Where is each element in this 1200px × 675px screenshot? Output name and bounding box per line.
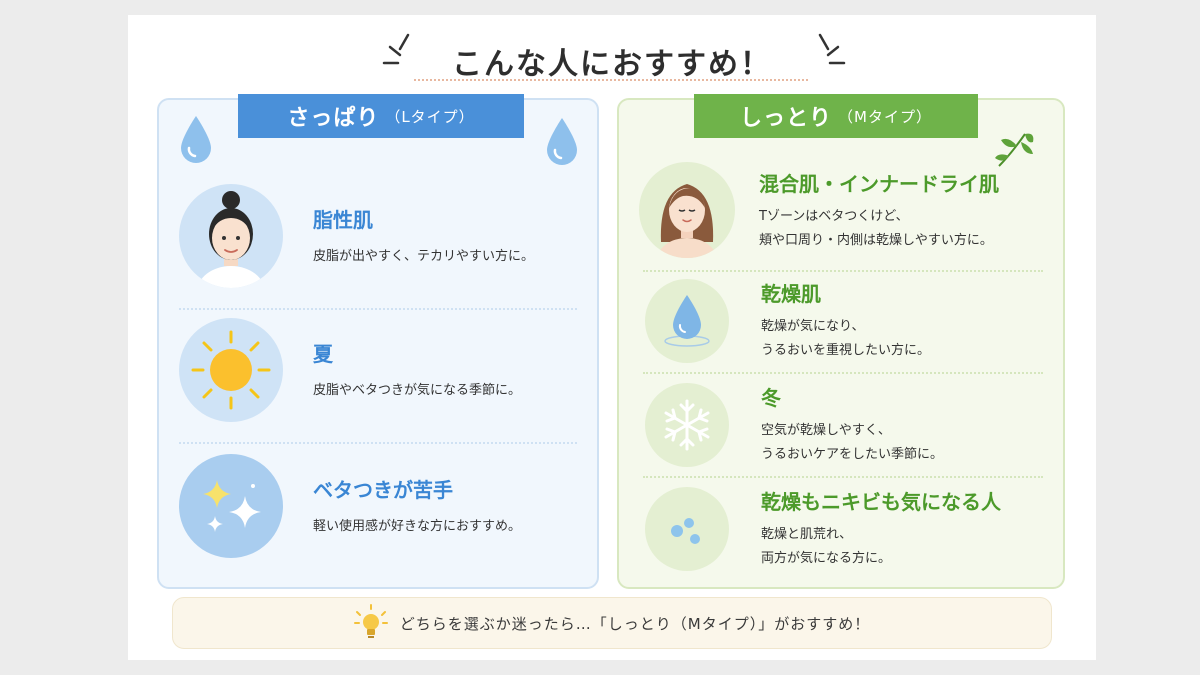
divider xyxy=(179,308,577,310)
panel-light-type: さっぱり （Lタイプ） 脂性肌 皮脂が出やすく、テカリやすい方に。 夏 皮脂やベ… xyxy=(157,94,599,589)
panel-moist-type: しっとり （Mタイプ） 混合肌・インナードライ肌 Tゾーンはベタつくけど、 頬や… xyxy=(617,94,1065,589)
page-title: こんな人におすすめ！ xyxy=(452,47,772,82)
list-item: 夏 皮脂やベタつきが気になる季節に。 xyxy=(179,318,521,422)
item-desc: 皮脂やベタつきが気になる季節に。 xyxy=(313,382,522,398)
list-item: ベタつきが苦手 軽い使用感が好きな方におすすめ。 xyxy=(179,454,521,558)
list-item: 乾燥肌 乾燥が気になり、 うるおいを重視したい方に。 xyxy=(645,278,930,363)
item-desc: 皮脂が出やすく、テカリやすい方に。 xyxy=(313,248,535,264)
divider xyxy=(643,476,1043,478)
woman-face-icon xyxy=(639,162,735,258)
item-heading: 夏 xyxy=(313,341,333,366)
water-drop-icon xyxy=(547,118,577,165)
bubbles-icon xyxy=(645,486,729,571)
title-underline xyxy=(414,79,808,81)
item-heading: 冬 xyxy=(761,386,781,410)
ribbon-main-label: しっとり xyxy=(740,106,833,131)
woman-face-icon xyxy=(179,184,283,288)
water-drop-icon xyxy=(645,278,729,363)
divider xyxy=(643,270,1043,272)
lightbulb-icon xyxy=(353,604,388,638)
water-drop-icon xyxy=(181,116,211,163)
ribbon-light-type: さっぱり （Lタイプ） xyxy=(238,94,524,138)
item-desc: うるおいケアをしたい季節に。 xyxy=(761,447,944,462)
recommendation-tip: どちらを選ぶか迷ったら…「しっとり（Mタイプ）」がおすすめ！ xyxy=(172,597,1052,649)
list-item: 脂性肌 皮脂が出やすく、テカリやすい方に。 xyxy=(179,184,534,288)
ribbon-sub-label: （Mタイプ） xyxy=(838,107,932,126)
item-desc: 乾燥が気になり、 xyxy=(761,319,865,334)
item-heading: 乾燥もニキビも気になる人 xyxy=(761,490,1001,514)
list-item: 混合肌・インナードライ肌 Tゾーンはベタつくけど、 頬や口周り・内側は乾燥しやす… xyxy=(639,162,999,258)
sparkle-icon xyxy=(179,454,283,558)
divider xyxy=(179,442,577,444)
list-item: 乾燥もニキビも気になる人 乾燥と肌荒れ、 両方が気になる方に。 xyxy=(645,486,1001,571)
snowflake-icon xyxy=(645,382,729,467)
infographic-card: こんな人におすすめ！ さっぱり （Lタイプ） 脂性肌 皮脂が出やすく、テカリやす… xyxy=(128,15,1096,660)
item-desc: 両方が気になる方に。 xyxy=(761,551,892,566)
sun-icon xyxy=(179,318,283,422)
ribbon-main-label: さっぱり xyxy=(287,106,380,131)
item-desc: 乾燥と肌荒れ、 xyxy=(761,527,853,542)
item-desc: 頬や口周り・内側は乾燥しやすい方に。 xyxy=(759,232,993,248)
list-item: 冬 空気が乾燥しやすく、 うるおいケアをしたい季節に。 xyxy=(645,382,943,467)
sparkle-lines-right-icon xyxy=(818,33,846,65)
item-heading: 混合肌・インナードライ肌 xyxy=(759,171,999,196)
item-heading: ベタつきが苦手 xyxy=(313,477,453,502)
item-desc: 空気が乾燥しやすく、 xyxy=(761,423,891,438)
tip-text: どちらを選ぶか迷ったら…「しっとり（Mタイプ）」がおすすめ！ xyxy=(399,614,871,633)
divider xyxy=(643,372,1043,374)
title-wrap: こんな人におすすめ！ xyxy=(128,39,1096,83)
item-desc: Tゾーンはベタつくけど、 xyxy=(759,208,909,224)
item-heading: 脂性肌 xyxy=(313,207,373,232)
ribbon-moist-type: しっとり （Mタイプ） xyxy=(694,94,978,138)
item-desc: うるおいを重視したい方に。 xyxy=(761,343,931,358)
item-desc: 軽い使用感が好きな方におすすめ。 xyxy=(313,518,522,534)
ribbon-sub-label: （Lタイプ） xyxy=(385,107,475,126)
item-heading: 乾燥肌 xyxy=(761,282,821,306)
